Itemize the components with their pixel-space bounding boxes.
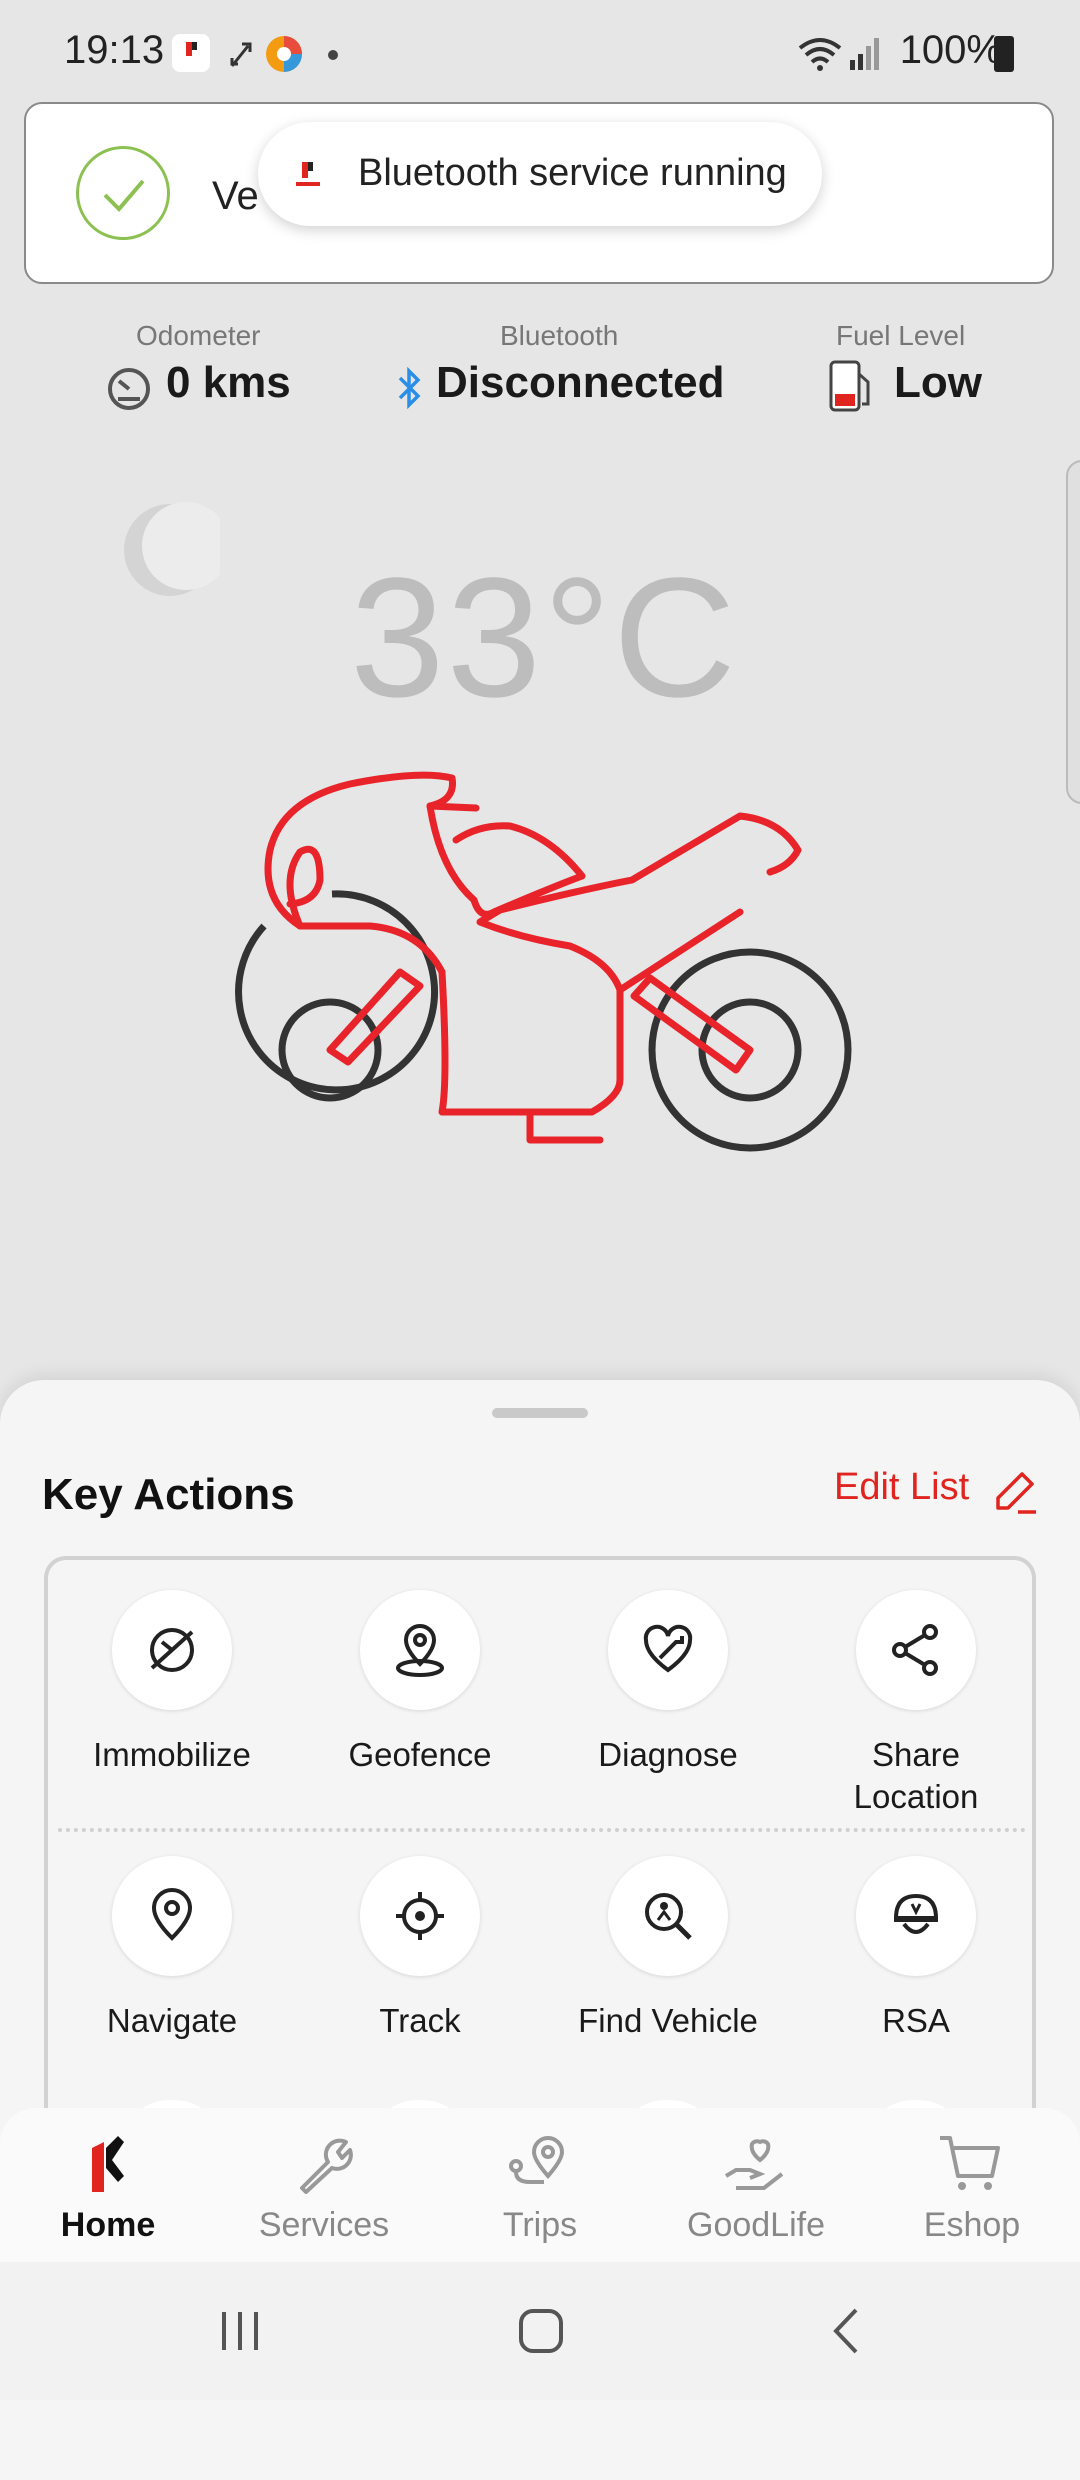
colorful-app-icon bbox=[264, 34, 304, 79]
action-label: Navigate bbox=[106, 2002, 238, 2039]
notification-text: Ve bbox=[212, 174, 259, 218]
fuel-label: Fuel Level bbox=[836, 320, 966, 351]
nav-label: GoodLife bbox=[687, 2206, 825, 2244]
action-diagnose[interactable]: Diagnose bbox=[548, 1590, 788, 1776]
bluetooth-icon bbox=[394, 364, 424, 417]
immobilize-icon bbox=[112, 1590, 232, 1710]
bluetooth-toast: Bluetooth service running bbox=[258, 122, 822, 226]
action-rsa[interactable]: RSA bbox=[796, 1856, 1036, 2042]
bottom-nav: Home Services Trips GoodLife Eshop bbox=[0, 2108, 1080, 2262]
actions-grid: Immobilize Geofence Diagnose Share Locat… bbox=[44, 1556, 1036, 2160]
share-icon bbox=[856, 1590, 976, 1710]
motorcycle-illustration bbox=[220, 740, 880, 1165]
system-nav-bar bbox=[0, 2262, 1080, 2400]
sheet-title: Key Actions bbox=[42, 1470, 295, 1519]
odometer-label: Odometer bbox=[136, 320, 261, 351]
geofence-icon bbox=[360, 1590, 480, 1710]
action-label: RSA bbox=[882, 2002, 950, 2039]
action-label: Geofence bbox=[348, 1736, 492, 1773]
signal-icon bbox=[848, 34, 882, 77]
hero-logo-icon bbox=[288, 156, 328, 196]
nav-services[interactable]: Services bbox=[216, 2108, 432, 2262]
sheet-handle[interactable] bbox=[492, 1408, 588, 1418]
action-immobilize[interactable]: Immobilize bbox=[52, 1590, 292, 1776]
rsa-icon bbox=[856, 1856, 976, 1976]
action-label: Find Vehicle bbox=[578, 2002, 758, 2039]
bluetooth-status: Disconnected bbox=[436, 358, 725, 407]
back-icon[interactable] bbox=[826, 2306, 866, 2361]
home-button-icon[interactable] bbox=[516, 2306, 566, 2361]
action-geofence[interactable]: Geofence bbox=[300, 1590, 540, 1776]
diagnose-icon bbox=[608, 1590, 728, 1710]
scroll-indicator[interactable] bbox=[1066, 460, 1080, 804]
action-find-vehicle[interactable]: Find Vehicle bbox=[548, 1856, 788, 2042]
wifi-icon bbox=[796, 34, 844, 77]
action-track[interactable]: Track bbox=[300, 1856, 540, 2042]
cart-icon bbox=[940, 2136, 1000, 2190]
nav-eshop[interactable]: Eshop bbox=[864, 2108, 1080, 2262]
pencil-icon[interactable] bbox=[990, 1468, 1038, 1516]
battery-percent: 100% bbox=[899, 28, 1002, 72]
bluetooth-label: Bluetooth bbox=[500, 320, 619, 351]
track-icon bbox=[360, 1856, 480, 1976]
temperature: 33°C bbox=[350, 543, 738, 733]
edit-list-button[interactable]: Edit List bbox=[834, 1466, 969, 1509]
row-divider bbox=[58, 1828, 1026, 1832]
hero-app-icon bbox=[172, 34, 210, 72]
toast-message: Bluetooth service running bbox=[358, 152, 787, 194]
moon-icon bbox=[120, 500, 230, 600]
goodlife-icon bbox=[724, 2139, 784, 2190]
nav-home[interactable]: Home bbox=[0, 2108, 216, 2262]
recents-icon[interactable] bbox=[216, 2308, 266, 2359]
nav-trips[interactable]: Trips bbox=[432, 2108, 648, 2262]
wrench-icon bbox=[300, 2138, 353, 2194]
nav-label: Home bbox=[60, 2206, 156, 2244]
speedometer-icon bbox=[106, 366, 152, 417]
nav-label: Services bbox=[258, 2206, 390, 2244]
action-label: Diagnose bbox=[598, 1736, 738, 1773]
nav-goodlife[interactable]: GoodLife bbox=[648, 2108, 864, 2262]
check-icon bbox=[76, 146, 170, 240]
status-time: 19:13 bbox=[64, 28, 165, 72]
action-label: Track bbox=[379, 2002, 461, 2039]
action-navigate[interactable]: Navigate bbox=[52, 1856, 292, 2042]
status-bar: 19:13 100% bbox=[0, 0, 1080, 100]
nav-label: Trips bbox=[502, 2206, 578, 2244]
action-label: Immobilize bbox=[93, 1736, 251, 1773]
fuel-value: Low bbox=[894, 358, 982, 407]
trips-icon bbox=[509, 2136, 565, 2184]
nav-label: Eshop bbox=[923, 2206, 1021, 2244]
action-label: Share Location bbox=[853, 1736, 979, 1815]
fuel-icon bbox=[828, 358, 874, 419]
action-share-location[interactable]: Share Location bbox=[796, 1590, 1036, 1818]
notification-dot-icon bbox=[328, 50, 338, 60]
find-vehicle-icon bbox=[608, 1856, 728, 1976]
home-icon bbox=[92, 2136, 124, 2192]
sync-icon bbox=[228, 38, 254, 75]
navigate-icon bbox=[112, 1856, 232, 1976]
odometer-value: 0 kms bbox=[166, 358, 291, 407]
battery-icon bbox=[994, 36, 1014, 72]
